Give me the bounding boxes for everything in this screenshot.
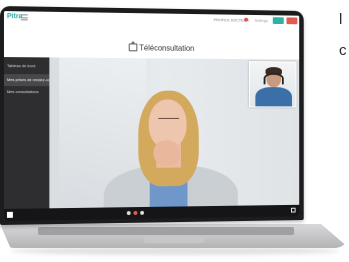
video-call-main-feed[interactable]: [49, 57, 300, 209]
red-action-button[interactable]: [286, 17, 298, 25]
doctor-body: [255, 87, 292, 108]
notification-badge: [244, 17, 248, 22]
edge-text-line-2: c: [339, 42, 347, 59]
control-dot-1[interactable]: [126, 211, 131, 216]
sidebar-item-appointments[interactable]: Mes prises de rendez-vous: [3, 74, 50, 87]
settings-link[interactable]: Settings: [254, 18, 267, 23]
edge-text-line-1: l: [339, 11, 343, 28]
laptop-shadow: [10, 247, 340, 255]
page-header: Téléconsultation: [3, 23, 300, 60]
windows-start-icon[interactable]: [6, 211, 13, 218]
patient-hand: [153, 140, 180, 166]
laptop-keyboard: [38, 227, 294, 235]
end-call-button[interactable]: [133, 210, 138, 215]
fullscreen-icon[interactable]: [291, 207, 296, 213]
sidebar: Tableau de bord Mes prises de rendez-vou…: [3, 57, 50, 209]
laptop-trackpad: [144, 237, 204, 243]
teal-action-button[interactable]: [272, 17, 284, 25]
laptop-screen: Pitra PROFILE DOCTEUR Settings Téléconsu…: [3, 11, 300, 221]
laptop-mockup: Pitra PROFILE DOCTEUR Settings Téléconsu…: [0, 0, 349, 262]
doctor-video-pip[interactable]: [248, 61, 297, 108]
sidebar-item-dashboard[interactable]: Tableau de bord: [4, 60, 49, 72]
teleconsultation-icon: [128, 43, 138, 52]
laptop-lid: Pitra PROFILE DOCTEUR Settings Téléconsu…: [0, 6, 304, 225]
menu-icon[interactable]: [20, 14, 28, 21]
patient-eyes: [158, 117, 180, 121]
control-dot-3[interactable]: [140, 210, 145, 215]
sidebar-item-consultations[interactable]: Mes consultations: [4, 86, 49, 98]
page-title: Téléconsultation: [139, 43, 195, 53]
headset-icon: [263, 72, 284, 85]
